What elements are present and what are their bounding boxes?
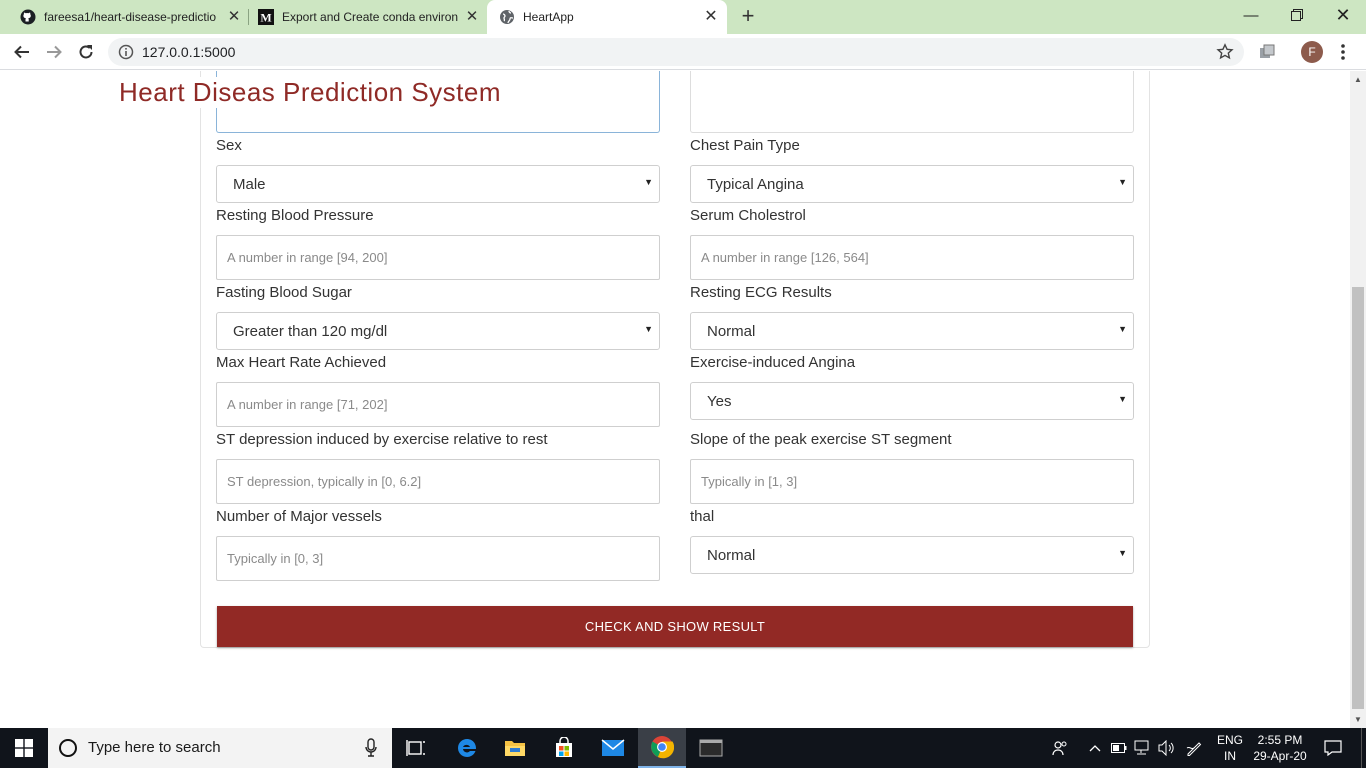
medium-icon: M [258,9,274,25]
new-tab-icon[interactable]: + [737,5,759,27]
clock-date: 29-Apr-20 [1253,749,1307,763]
reload-icon[interactable] [74,40,98,64]
sex-select[interactable]: Male ▼ [216,165,660,203]
scroll-up-icon[interactable]: ▲ [1354,75,1362,84]
tab-github[interactable]: fareesa1/heart-disease-predictio ✕ [0,0,250,34]
ecg-select[interactable]: Normal ▼ [690,312,1134,350]
tab-strip: fareesa1/heart-disease-predictio ✕ M Exp… [0,0,1366,34]
tab-label: HeartApp [523,10,574,24]
close-window-icon[interactable]: ✕ [1320,0,1366,30]
sex-label: Sex [216,137,242,154]
language-code: ENG [1217,733,1244,747]
chest-pain-value: Typical Angina [707,175,804,193]
ca-label: Number of Major vessels [216,508,382,525]
cholestrol-label: Serum Cholestrol [690,207,806,224]
search-placeholder: Type here to search [88,739,221,756]
slope-input[interactable]: Typically in [1, 3] [690,459,1134,504]
oldpeak-input[interactable]: ST depression, typically in [0, 6.2] [216,459,660,504]
top-right-input[interactable] [690,71,1134,133]
ecg-value: Normal [707,322,756,340]
network-icon[interactable] [1134,728,1152,768]
cholestrol-input[interactable]: A number in range [126, 564] [690,235,1134,280]
profile-avatar[interactable]: F [1301,41,1323,63]
search-icon [58,738,78,758]
max-hr-input[interactable]: A number in range [71, 202] [216,382,660,427]
close-tab-icon[interactable]: ✕ [703,9,719,25]
address-bar[interactable]: 127.0.0.1:5000 [108,38,1244,66]
globe-icon [499,9,515,25]
mail-icon[interactable] [589,728,637,768]
clock[interactable]: 2:55 PM 29-Apr-20 [1252,732,1308,764]
chevron-down-icon: ▼ [1118,177,1127,187]
info-icon[interactable] [118,44,134,60]
page-content: Heart Diseas Prediction System Sex Male … [0,71,1350,728]
browser-toolbar: 127.0.0.1:5000 F [0,34,1366,70]
chevron-down-icon: ▼ [1118,324,1127,334]
page-title: Heart Diseas Prediction System [119,77,512,108]
store-icon[interactable] [540,728,588,768]
url-text[interactable]: 127.0.0.1:5000 [142,44,235,60]
check-result-button[interactable]: CHECK AND SHOW RESULT [217,606,1133,647]
thal-value: Normal [707,546,756,564]
windows-start-icon[interactable] [0,728,48,768]
svg-text:M: M [260,11,271,25]
file-explorer-icon[interactable] [491,728,539,768]
thal-label: thal [690,508,715,525]
exang-value: Yes [707,392,732,410]
edge-icon[interactable] [443,728,491,768]
region-code: IN [1224,749,1236,763]
tab-label: fareesa1/heart-disease-predictio [44,10,217,24]
chevron-down-icon: ▼ [644,177,653,187]
task-view-icon[interactable] [392,728,440,768]
slope-label: Slope of the peak exercise ST segment [690,431,952,448]
more-menu-icon[interactable] [1337,42,1349,62]
exang-label: Exercise-induced Angina [690,354,856,371]
bookmark-star-icon[interactable] [1216,43,1234,61]
resting-bp-label: Resting Blood Pressure [216,207,374,224]
exang-select[interactable]: Yes ▼ [690,382,1134,420]
scrollbar-thumb[interactable] [1352,287,1364,709]
oldpeak-label: ST depression induced by exercise relati… [216,431,548,448]
fbs-value: Greater than 120 mg/dl [233,322,388,340]
extension-icon[interactable] [1258,43,1276,61]
tab-label: Export and Create conda environ [282,10,459,24]
volume-icon[interactable] [1158,728,1176,768]
ecg-label: Resting ECG Results [690,284,832,301]
tab-medium[interactable]: M Export and Create conda environ ✕ [238,0,488,34]
terminal-icon[interactable] [687,728,735,768]
battery-icon[interactable] [1110,728,1128,768]
github-icon [20,9,36,25]
chevron-up-icon[interactable] [1086,728,1104,768]
pen-icon[interactable] [1184,728,1204,768]
chevron-down-icon: ▼ [1118,394,1127,404]
sex-value: Male [233,175,266,193]
show-desktop[interactable] [1361,728,1366,768]
page-scrollbar[interactable]: ▲ ▼ [1350,71,1366,728]
fbs-label: Fasting Blood Sugar [216,284,352,301]
close-tab-icon[interactable]: ✕ [464,9,480,25]
taskbar-search[interactable]: Type here to search [48,728,392,768]
scroll-down-icon[interactable]: ▼ [1354,715,1362,724]
windows-taskbar: Type here to search ENG IN 2:55 PM 29-Ap… [0,728,1366,768]
microphone-icon[interactable] [364,738,378,758]
resting-bp-input[interactable]: A number in range [94, 200] [216,235,660,280]
fbs-select[interactable]: Greater than 120 mg/dl ▼ [216,312,660,350]
chevron-down-icon: ▼ [1118,548,1127,558]
back-icon[interactable] [10,40,34,64]
notification-icon[interactable] [1318,728,1348,768]
chrome-icon[interactable] [638,728,686,768]
people-icon[interactable] [1050,728,1070,768]
minimize-icon[interactable]: — [1228,0,1274,30]
language-indicator[interactable]: ENG IN [1217,732,1243,764]
chevron-down-icon: ▼ [644,324,653,334]
ca-input[interactable]: Typically in [0, 3] [216,536,660,581]
chest-pain-select[interactable]: Typical Angina ▼ [690,165,1134,203]
forward-icon[interactable] [42,40,66,64]
tab-heartapp[interactable]: HeartApp ✕ [487,0,727,34]
chest-pain-label: Chest Pain Type [690,137,800,154]
clock-time: 2:55 PM [1257,733,1303,747]
max-hr-label: Max Heart Rate Achieved [216,354,387,371]
thal-select[interactable]: Normal ▼ [690,536,1134,574]
restore-icon[interactable] [1274,0,1320,30]
